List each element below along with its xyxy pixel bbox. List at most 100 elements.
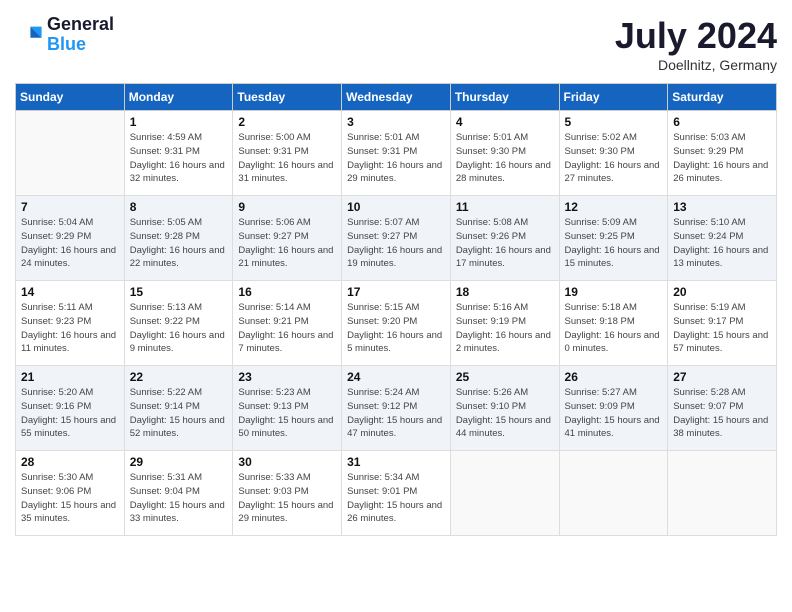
- weekday-header: Monday: [124, 84, 233, 111]
- day-info: Sunrise: 5:03 AM Sunset: 9:29 PM Dayligh…: [673, 131, 771, 186]
- day-number: 24: [347, 370, 445, 384]
- calendar-cell: 12 Sunrise: 5:09 AM Sunset: 9:25 PM Dayli…: [559, 196, 668, 281]
- day-number: 21: [21, 370, 119, 384]
- calendar-cell: 2Sunrise: 5:00 AM Sunset: 9:31 PM Daylig…: [233, 111, 342, 196]
- calendar-cell: 22Sunrise: 5:22 AM Sunset: 9:14 PM Dayli…: [124, 366, 233, 451]
- calendar-cell: 26Sunrise: 5:27 AM Sunset: 9:09 PM Dayli…: [559, 366, 668, 451]
- day-number: 25: [456, 370, 554, 384]
- day-info: Sunrise: 5:19 AM Sunset: 9:17 PM Dayligh…: [673, 301, 771, 356]
- calendar-cell: 4Sunrise: 5:01 AM Sunset: 9:30 PM Daylig…: [450, 111, 559, 196]
- day-info: Sunrise: 5:16 AM Sunset: 9:19 PM Dayligh…: [456, 301, 554, 356]
- calendar-cell: 5Sunrise: 5:02 AM Sunset: 9:30 PM Daylig…: [559, 111, 668, 196]
- day-number: 11: [456, 200, 554, 214]
- weekday-header: Sunday: [16, 84, 125, 111]
- day-number: 12: [565, 200, 663, 214]
- day-info: Sunrise: 5:06 AM Sunset: 9:27 PM Dayligh…: [238, 216, 336, 271]
- calendar-cell: 11 Sunrise: 5:08 AM Sunset: 9:26 PM Dayli…: [450, 196, 559, 281]
- calendar-week-row: 1 Sunrise: 4:59 AM Sunset: 9:31 PM Daylig…: [16, 111, 777, 196]
- day-info: Sunrise: 5:01 AM Sunset: 9:30 PM Dayligh…: [456, 131, 554, 186]
- calendar-cell: 28 Sunrise: 5:30 AM Sunset: 9:06 PM Dayli…: [16, 451, 125, 536]
- logo: General Blue: [15, 15, 114, 55]
- location-subtitle: Doellnitz, Germany: [615, 57, 777, 73]
- day-number: 9: [238, 200, 336, 214]
- calendar-cell: 14Sunrise: 5:11 AM Sunset: 9:23 PM Dayli…: [16, 281, 125, 366]
- page-header: General Blue July 2024 Doellnitz, German…: [15, 15, 777, 73]
- calendar-week-row: 14Sunrise: 5:11 AM Sunset: 9:23 PM Dayli…: [16, 281, 777, 366]
- title-area: July 2024 Doellnitz, Germany: [615, 15, 777, 73]
- calendar-cell: 16Sunrise: 5:14 AM Sunset: 9:21 PM Dayli…: [233, 281, 342, 366]
- calendar-cell: 27 Sunrise: 5:28 AM Sunset: 9:07 PM Dayli…: [668, 366, 777, 451]
- day-info: Sunrise: 5:27 AM Sunset: 9:09 PM Dayligh…: [565, 386, 663, 441]
- calendar-cell: 13Sunrise: 5:10 AM Sunset: 9:24 PM Dayli…: [668, 196, 777, 281]
- day-number: 31: [347, 455, 445, 469]
- calendar-week-row: 21 Sunrise: 5:20 AM Sunset: 9:16 PM Dayli…: [16, 366, 777, 451]
- calendar-week-row: 7Sunrise: 5:04 AM Sunset: 9:29 PM Daylig…: [16, 196, 777, 281]
- calendar-cell: 3 Sunrise: 5:01 AM Sunset: 9:31 PM Daylig…: [342, 111, 451, 196]
- day-number: 20: [673, 285, 771, 299]
- day-info: Sunrise: 5:07 AM Sunset: 9:27 PM Dayligh…: [347, 216, 445, 271]
- day-number: 28: [21, 455, 119, 469]
- day-number: 6: [673, 115, 771, 129]
- day-number: 7: [21, 200, 119, 214]
- day-info: Sunrise: 5:31 AM Sunset: 9:04 PM Dayligh…: [130, 471, 228, 526]
- calendar-cell: 25 Sunrise: 5:26 AM Sunset: 9:10 PM Dayli…: [450, 366, 559, 451]
- calendar-table: SundayMondayTuesdayWednesdayThursdayFrid…: [15, 83, 777, 536]
- calendar-cell: 23 Sunrise: 5:23 AM Sunset: 9:13 PM Dayli…: [233, 366, 342, 451]
- calendar-cell: 17Sunrise: 5:15 AM Sunset: 9:20 PM Dayli…: [342, 281, 451, 366]
- day-info: Sunrise: 5:23 AM Sunset: 9:13 PM Dayligh…: [238, 386, 336, 441]
- day-info: Sunrise: 5:08 AM Sunset: 9:26 PM Dayligh…: [456, 216, 554, 271]
- day-info: Sunrise: 5:09 AM Sunset: 9:25 PM Dayligh…: [565, 216, 663, 271]
- calendar-cell: 19Sunrise: 5:18 AM Sunset: 9:18 PM Dayli…: [559, 281, 668, 366]
- day-info: Sunrise: 5:33 AM Sunset: 9:03 PM Dayligh…: [238, 471, 336, 526]
- day-info: Sunrise: 5:05 AM Sunset: 9:28 PM Dayligh…: [130, 216, 228, 271]
- day-info: Sunrise: 5:24 AM Sunset: 9:12 PM Dayligh…: [347, 386, 445, 441]
- calendar-cell: 18 Sunrise: 5:16 AM Sunset: 9:19 PM Dayli…: [450, 281, 559, 366]
- logo-icon: [15, 21, 43, 49]
- calendar-cell: 6 Sunrise: 5:03 AM Sunset: 9:29 PM Daylig…: [668, 111, 777, 196]
- logo-line1: General: [47, 15, 114, 35]
- day-info: Sunrise: 5:20 AM Sunset: 9:16 PM Dayligh…: [21, 386, 119, 441]
- calendar-cell: [450, 451, 559, 536]
- calendar-cell: 1 Sunrise: 4:59 AM Sunset: 9:31 PM Daylig…: [124, 111, 233, 196]
- day-info: Sunrise: 4:59 AM Sunset: 9:31 PM Dayligh…: [130, 131, 228, 186]
- calendar-cell: 29 Sunrise: 5:31 AM Sunset: 9:04 PM Dayli…: [124, 451, 233, 536]
- day-number: 18: [456, 285, 554, 299]
- calendar-header-row: SundayMondayTuesdayWednesdayThursdayFrid…: [16, 84, 777, 111]
- day-info: Sunrise: 5:26 AM Sunset: 9:10 PM Dayligh…: [456, 386, 554, 441]
- day-info: Sunrise: 5:22 AM Sunset: 9:14 PM Dayligh…: [130, 386, 228, 441]
- calendar-cell: 31Sunrise: 5:34 AM Sunset: 9:01 PM Dayli…: [342, 451, 451, 536]
- calendar-cell: 8Sunrise: 5:05 AM Sunset: 9:28 PM Daylig…: [124, 196, 233, 281]
- day-info: Sunrise: 5:11 AM Sunset: 9:23 PM Dayligh…: [21, 301, 119, 356]
- calendar-cell: 30 Sunrise: 5:33 AM Sunset: 9:03 PM Dayli…: [233, 451, 342, 536]
- calendar-cell: 21 Sunrise: 5:20 AM Sunset: 9:16 PM Dayli…: [16, 366, 125, 451]
- logo-line2: Blue: [47, 35, 114, 55]
- calendar-cell: 7Sunrise: 5:04 AM Sunset: 9:29 PM Daylig…: [16, 196, 125, 281]
- month-title: July 2024: [615, 15, 777, 57]
- day-number: 27: [673, 370, 771, 384]
- calendar-cell: 15 Sunrise: 5:13 AM Sunset: 9:22 PM Dayli…: [124, 281, 233, 366]
- calendar-cell: [668, 451, 777, 536]
- weekday-header: Saturday: [668, 84, 777, 111]
- day-number: 3: [347, 115, 445, 129]
- calendar-cell: 24 Sunrise: 5:24 AM Sunset: 9:12 PM Dayli…: [342, 366, 451, 451]
- weekday-header: Wednesday: [342, 84, 451, 111]
- day-number: 19: [565, 285, 663, 299]
- day-info: Sunrise: 5:13 AM Sunset: 9:22 PM Dayligh…: [130, 301, 228, 356]
- day-number: 29: [130, 455, 228, 469]
- calendar-cell: 9 Sunrise: 5:06 AM Sunset: 9:27 PM Daylig…: [233, 196, 342, 281]
- day-number: 5: [565, 115, 663, 129]
- day-number: 30: [238, 455, 336, 469]
- day-number: 23: [238, 370, 336, 384]
- day-info: Sunrise: 5:14 AM Sunset: 9:21 PM Dayligh…: [238, 301, 336, 356]
- day-info: Sunrise: 5:30 AM Sunset: 9:06 PM Dayligh…: [21, 471, 119, 526]
- day-number: 1: [130, 115, 228, 129]
- calendar-cell: 10 Sunrise: 5:07 AM Sunset: 9:27 PM Dayli…: [342, 196, 451, 281]
- weekday-header: Thursday: [450, 84, 559, 111]
- day-number: 10: [347, 200, 445, 214]
- day-info: Sunrise: 5:01 AM Sunset: 9:31 PM Dayligh…: [347, 131, 445, 186]
- day-number: 15: [130, 285, 228, 299]
- weekday-header: Friday: [559, 84, 668, 111]
- calendar-week-row: 28 Sunrise: 5:30 AM Sunset: 9:06 PM Dayli…: [16, 451, 777, 536]
- calendar-cell: [559, 451, 668, 536]
- day-info: Sunrise: 5:28 AM Sunset: 9:07 PM Dayligh…: [673, 386, 771, 441]
